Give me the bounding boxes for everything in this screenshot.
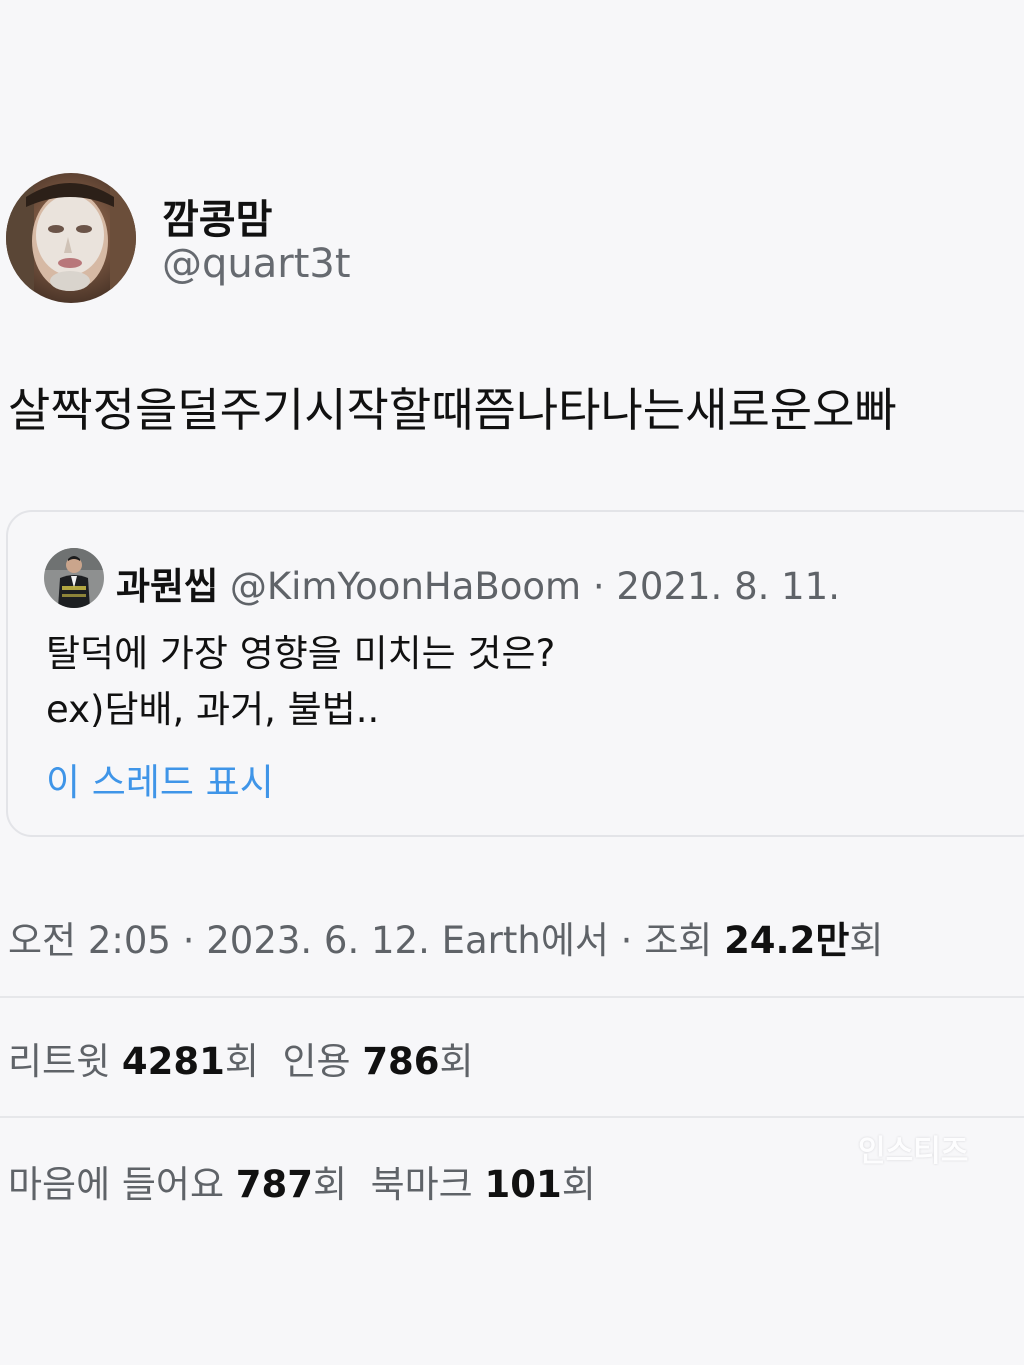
bookmarks-stat[interactable]: 북마크 101회	[371, 1163, 596, 1206]
face-mask-avatar-icon	[6, 173, 136, 303]
quoted-tweet-line: ex)담배, 과거, 불법..	[46, 688, 380, 731]
retweets-suffix: 회	[224, 1040, 259, 1083]
retweets-stat[interactable]: 리트윗 4281회	[8, 1040, 259, 1083]
tweet-detail: 깜콩맘 @quart3t 살짝정을덜주기시작할때쯤나타나는새로운오빠 과뭔씹 @…	[0, 0, 1024, 1365]
bookmarks-label: 북마크	[370, 1163, 473, 1206]
bookmarks-count: 101	[484, 1163, 562, 1206]
likes-label: 마음에 들어요	[8, 1163, 225, 1206]
quoted-tweet-text: 탈덕에 가장 영향을 미치는 것은? ex)담배, 과거, 불법..	[46, 626, 555, 738]
likes-count: 787	[235, 1163, 314, 1206]
bookmarks-suffix: 회	[561, 1163, 596, 1206]
meta-separator: ·	[620, 919, 633, 962]
quoted-tweet-date: 2021. 8. 11.	[616, 565, 840, 608]
author-display-name[interactable]: 깜콩맘	[162, 187, 272, 245]
quoted-author-avatar[interactable]	[44, 548, 104, 608]
quoted-tweet-meta: 과뭔씹 @KimYoonHaBoom · 2021. 8. 11.	[116, 556, 840, 610]
likes-suffix: 회	[313, 1163, 348, 1206]
author-handle[interactable]: @quart3t	[162, 241, 351, 287]
tweet-author: 깜콩맘 @quart3t	[6, 173, 1006, 305]
quotes-count: 786	[362, 1040, 440, 1083]
quoted-author-handle[interactable]: @KimYoonHaBoom	[230, 565, 581, 608]
divider	[0, 996, 1024, 998]
quoted-tweet-card[interactable]: 과뭔씹 @KimYoonHaBoom · 2021. 8. 11. 탈덕에 가장…	[6, 510, 1024, 837]
retweet-quote-stats: 리트윗 4281회 인용 786회	[8, 1031, 474, 1085]
tweet-source: Earth에서	[441, 919, 609, 962]
tweet-time[interactable]: 오전 2:05	[8, 919, 171, 962]
quotes-label: 인용	[282, 1040, 351, 1083]
suited-man-avatar-icon	[44, 548, 104, 608]
tweet-meta: 오전 2:05 · 2023. 6. 12. Earth에서 · 조회 24.2…	[8, 910, 883, 964]
tweet-text: 살짝정을덜주기시작할때쯤나타나는새로운오빠	[8, 383, 897, 437]
likes-stat[interactable]: 마음에 들어요 787회	[8, 1163, 347, 1206]
views-suffix: 회	[849, 919, 884, 962]
author-avatar[interactable]	[6, 173, 136, 303]
like-bookmark-stats: 마음에 들어요 787회 북마크 101회	[8, 1154, 596, 1208]
site-watermark: 인스티즈	[858, 1134, 969, 1169]
views-label: 조회	[644, 919, 713, 962]
quoted-tweet-header: 과뭔씹 @KimYoonHaBoom · 2021. 8. 11.	[44, 546, 1004, 610]
meta-separator: ·	[182, 919, 195, 962]
quoted-author-name[interactable]: 과뭔씹	[116, 565, 218, 608]
views-count: 24.2만	[724, 919, 850, 962]
quoted-tweet-line: 탈덕에 가장 영향을 미치는 것은?	[46, 632, 556, 675]
retweets-label: 리트윗	[8, 1040, 111, 1083]
tweet-date[interactable]: 2023. 6. 12.	[206, 919, 430, 962]
retweets-count: 4281	[121, 1040, 225, 1083]
quotes-suffix: 회	[439, 1040, 474, 1083]
quoted-meta-separator: ·	[592, 565, 605, 608]
divider	[0, 1116, 1024, 1118]
quotes-stat[interactable]: 인용 786회	[282, 1040, 473, 1083]
show-thread-link[interactable]: 이 스레드 표시	[46, 752, 274, 806]
